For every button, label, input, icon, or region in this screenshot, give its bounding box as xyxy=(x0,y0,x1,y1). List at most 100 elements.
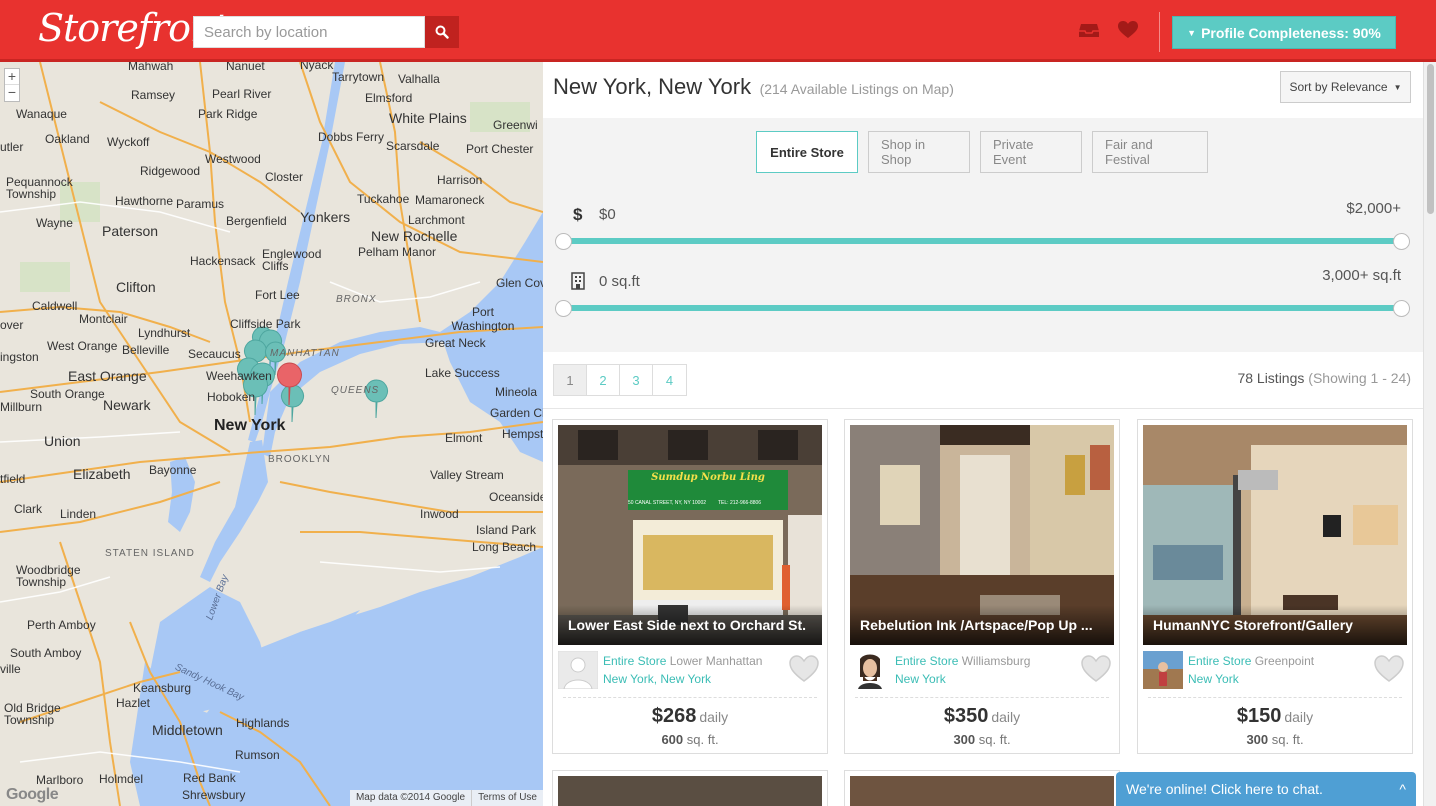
map-label: Garden Ci xyxy=(490,406,543,420)
listing-location[interactable]: New York, New York xyxy=(603,672,711,686)
heart-icon[interactable] xyxy=(1117,20,1139,40)
map-label: Marlboro xyxy=(36,773,84,787)
filter-fair-and-festival[interactable]: Fair and Festival xyxy=(1092,131,1208,173)
host-avatar[interactable] xyxy=(1143,651,1183,689)
size-max-handle[interactable] xyxy=(1393,300,1410,317)
scrollbar-thumb[interactable] xyxy=(1427,64,1434,214)
search-icon xyxy=(435,25,449,39)
live-chat-widget[interactable]: We're online! Click here to chat. ^ xyxy=(1116,772,1416,806)
host-avatar[interactable] xyxy=(850,651,890,689)
map-label: Great Neck xyxy=(425,336,486,350)
map-label: Port Washington xyxy=(451,305,515,333)
map-label: Nyack xyxy=(300,62,334,72)
map-label: Woodbridge Township xyxy=(16,563,81,589)
map-label: White Plains xyxy=(389,110,467,126)
top-navbar: Storefront ▼ Profile Completeness: 90% xyxy=(0,0,1436,62)
map-label: South Amboy xyxy=(10,646,82,660)
favorite-heart-icon[interactable] xyxy=(788,655,820,683)
filters-panel: Entire Store Shop in Shop Private Event … xyxy=(543,118,1423,352)
map-label: Oakland xyxy=(45,132,90,146)
map-label: Closter xyxy=(265,170,304,184)
price-range-track[interactable] xyxy=(564,238,1402,244)
map-label: Ridgewood xyxy=(140,164,201,178)
profile-completeness-button[interactable]: ▼ Profile Completeness: 90% xyxy=(1172,16,1396,49)
map-label: STATEN ISLAND xyxy=(105,548,195,559)
listing-card[interactable] xyxy=(844,770,1120,806)
filter-shop-in-shop[interactable]: Shop in Shop xyxy=(868,131,970,173)
map-label: Red Bank xyxy=(183,771,236,785)
listing-card[interactable]: HumanNYC Storefront/Gallery Entire Store… xyxy=(1137,419,1413,754)
map-label: Elmont xyxy=(445,431,483,445)
building-icon xyxy=(571,272,585,290)
filter-private-event[interactable]: Private Event xyxy=(980,131,1082,173)
map-label: Mahwah xyxy=(128,62,174,73)
page-link[interactable]: 2 xyxy=(587,365,620,395)
map-label: Bergenfield xyxy=(226,214,287,228)
page-link[interactable]: 3 xyxy=(620,365,653,395)
listing-photo[interactable]: HumanNYC Storefront/Gallery xyxy=(1143,425,1407,645)
map-label: Westwood xyxy=(205,152,261,166)
map-label: Lake Success xyxy=(425,366,500,380)
caret-down-icon: ▼ xyxy=(1187,27,1197,38)
listing-type[interactable]: Entire Store xyxy=(603,654,666,668)
listing-card[interactable] xyxy=(552,770,828,806)
map-label: Hempst xyxy=(502,427,543,441)
search-button[interactable] xyxy=(425,16,459,48)
listing-photo[interactable]: Sumdup Norbu Ling 50 CANAL STREET, NY, N… xyxy=(558,425,822,645)
listing-title[interactable]: HumanNYC Storefront/Gallery xyxy=(1143,605,1407,645)
map-label: over xyxy=(0,318,24,332)
map-label: tfield xyxy=(0,472,26,486)
map-label: Rumson xyxy=(235,748,280,762)
listing-size-unit: sq. ft. xyxy=(978,732,1011,747)
price-max-handle[interactable] xyxy=(1393,233,1410,250)
map-attribution: Map data ©2014 Google Terms of Use xyxy=(349,790,543,806)
map-label: Cliffside Park xyxy=(230,317,301,331)
map-label: Wayne xyxy=(36,216,73,230)
listings-map[interactable]: Mahwah Nanuet Nyack Tarrytown Valhalla R… xyxy=(0,62,543,806)
listing-type[interactable]: Entire Store xyxy=(1188,654,1251,668)
listing-photo[interactable] xyxy=(850,776,1114,806)
listing-photo[interactable]: Rebelution Ink /Artspace/Pop Up ... xyxy=(850,425,1114,645)
listings-panel: New York, New York (214 Available Listin… xyxy=(543,62,1423,806)
terms-of-use-link[interactable]: Terms of Use xyxy=(471,790,543,806)
listing-card[interactable]: Rebelution Ink /Artspace/Pop Up ... Enti… xyxy=(844,419,1120,754)
listing-photo[interactable] xyxy=(558,776,822,806)
size-min-handle[interactable] xyxy=(555,300,572,317)
map-label: Holmdel xyxy=(99,772,144,786)
map-label: Belleville xyxy=(122,343,170,357)
listing-location[interactable]: New York xyxy=(1188,672,1239,686)
listing-price: $268 xyxy=(651,705,697,727)
price-min-handle[interactable] xyxy=(555,233,572,250)
search-input[interactable] xyxy=(193,16,425,48)
page-link[interactable]: 1 xyxy=(554,365,587,395)
listing-title[interactable]: Lower East Side next to Orchard St. xyxy=(558,605,822,645)
sort-label: Sort by Relevance xyxy=(1289,80,1388,94)
favorite-heart-icon[interactable] xyxy=(1080,655,1112,683)
listing-meta: Entire Store Greenpoint New York xyxy=(1143,651,1407,693)
header-divider xyxy=(1159,12,1160,52)
filter-entire-store[interactable]: Entire Store xyxy=(756,131,858,173)
favorite-heart-icon[interactable] xyxy=(1373,655,1405,683)
chevron-up-icon[interactable]: ^ xyxy=(1399,781,1406,797)
inbox-icon[interactable] xyxy=(1078,20,1100,40)
size-min-label: 0 sq.ft xyxy=(599,273,640,290)
listing-location[interactable]: New York xyxy=(895,672,946,686)
size-range-track[interactable] xyxy=(564,305,1402,311)
page-link[interactable]: 4 xyxy=(653,365,686,395)
listing-type[interactable]: Entire Store xyxy=(895,654,958,668)
map-label: Valhalla xyxy=(398,72,440,86)
listing-price: $350 xyxy=(943,705,989,727)
zoom-in-button[interactable]: + xyxy=(5,69,19,85)
map-label: Secaucus xyxy=(188,347,241,361)
map-label: Bayonne xyxy=(149,463,197,477)
host-avatar[interactable] xyxy=(558,651,598,689)
sort-dropdown[interactable]: Sort by Relevance ▼ xyxy=(1280,71,1411,103)
listing-card[interactable]: Sumdup Norbu Ling 50 CANAL STREET, NY, N… xyxy=(552,419,828,754)
listing-size: 300 sq. ft. xyxy=(1138,732,1412,747)
price-period: daily xyxy=(699,709,729,725)
card-divider xyxy=(1148,697,1402,698)
page-scrollbar[interactable] xyxy=(1423,62,1436,806)
zoom-out-button[interactable]: − xyxy=(5,85,19,101)
map-label: Tarrytown xyxy=(332,70,385,84)
listing-title[interactable]: Rebelution Ink /Artspace/Pop Up ... xyxy=(850,605,1114,645)
